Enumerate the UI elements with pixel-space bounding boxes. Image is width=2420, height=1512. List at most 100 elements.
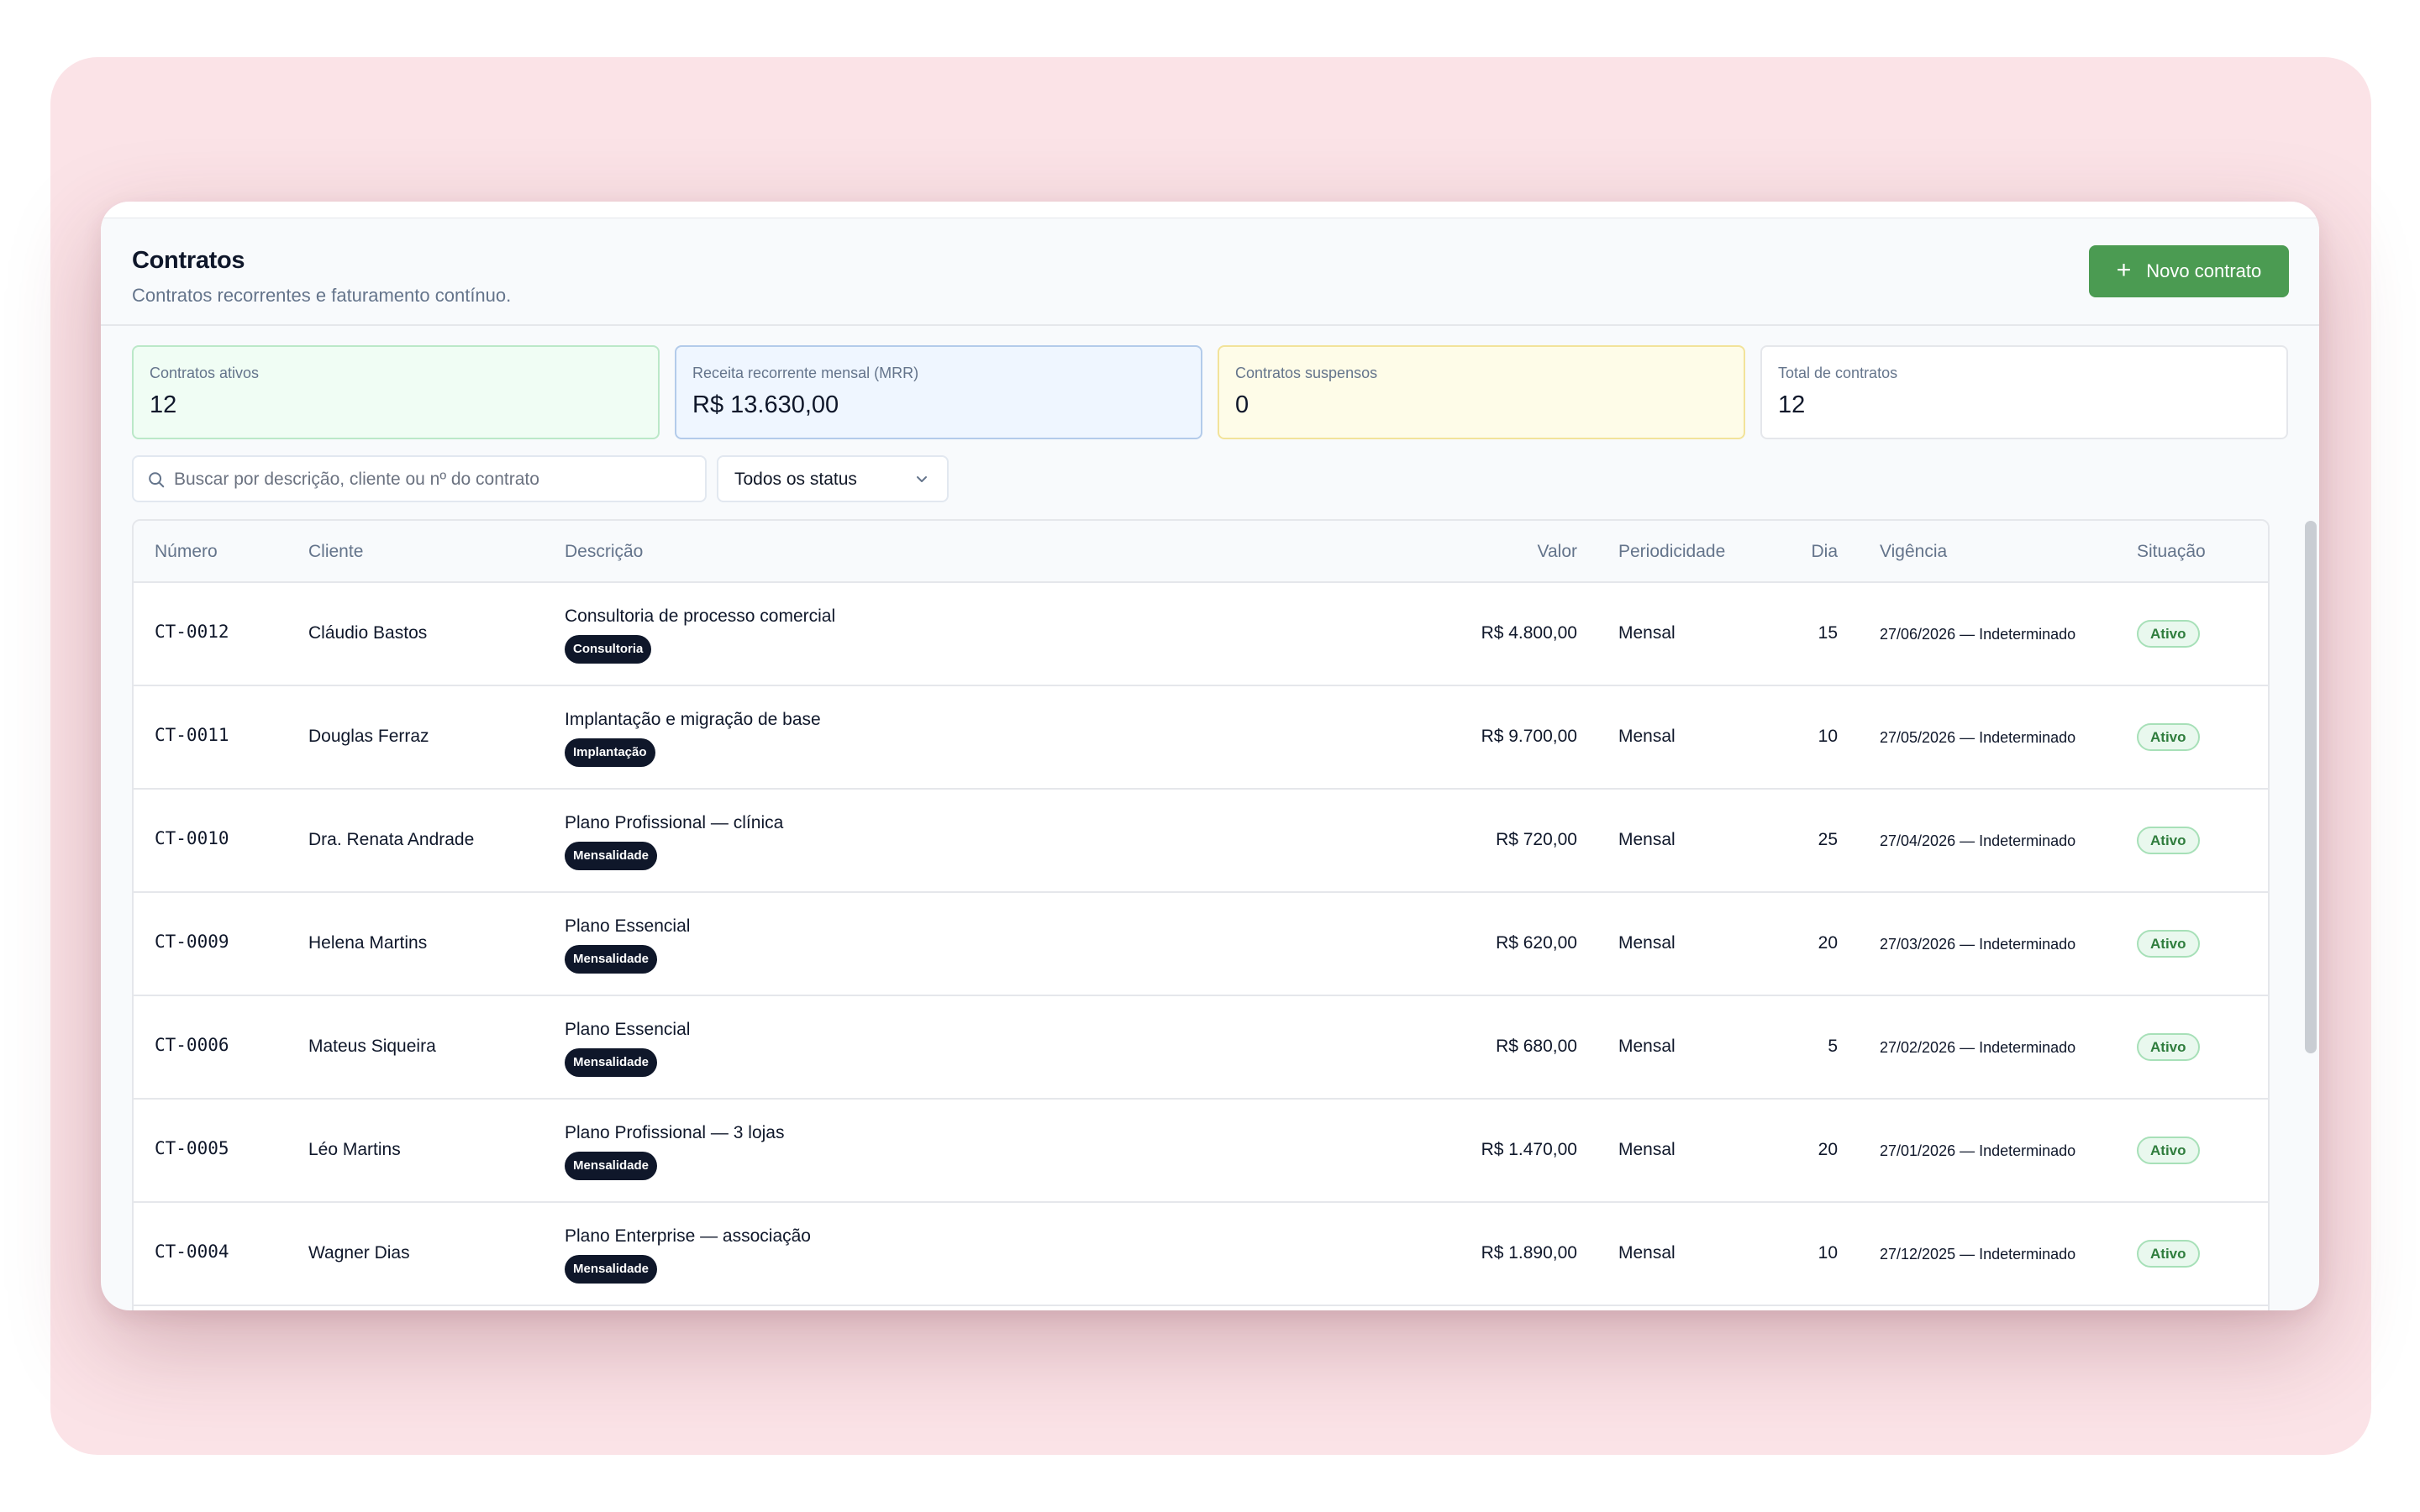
contract-description: Plano Profissional — 3 lojas — [565, 1123, 785, 1142]
column-header-cliente[interactable]: Cliente — [308, 542, 363, 562]
stats-cards: Contratos ativos 12 Receita recorrente m… — [132, 345, 2288, 439]
contract-description: Plano Profissional — clínica — [565, 813, 784, 832]
contract-number: CT-0012 — [155, 622, 229, 642]
column-header-dia[interactable]: Dia — [1811, 542, 1838, 562]
column-header-vigencia[interactable]: Vigência — [1880, 542, 1947, 562]
new-contract-button-label: Novo contrato — [2146, 260, 2262, 281]
stat-label: Receita recorrente mensal (MRR) — [692, 365, 919, 381]
contract-description: Plano Enterprise — associação — [565, 1226, 811, 1246]
vertical-scrollbar[interactable] — [2305, 521, 2317, 1053]
validity-period: 27/05/2026 — Indeterminado — [1880, 729, 2076, 746]
column-header-numero[interactable]: Número — [155, 542, 218, 562]
billing-day: 25 — [1818, 830, 1838, 849]
category-tag: Mensalidade — [565, 1048, 658, 1077]
app-window: Contratos Contratos recorrentes e fatura… — [101, 202, 2319, 1310]
table-row[interactable]: CT-0006 Mateus Siqueira Plano Essencial … — [134, 996, 2268, 1100]
client-name: Cláudio Bastos — [308, 623, 428, 643]
billing-day: 20 — [1818, 933, 1838, 953]
contract-number: CT-0009 — [155, 932, 229, 952]
new-contract-button[interactable]: + Novo contrato — [2089, 245, 2289, 297]
contract-description: Consultoria de processo comercial — [565, 606, 836, 626]
billing-day: 5 — [1828, 1037, 1838, 1056]
billing-period: Mensal — [1618, 1037, 1676, 1056]
contract-number: CT-0010 — [155, 828, 229, 848]
contract-value: R$ 9.700,00 — [1481, 727, 1577, 746]
status-badge: Ativo — [2137, 1033, 2200, 1061]
search-input[interactable] — [174, 464, 695, 496]
validity-period: 27/06/2026 — Indeterminado — [1880, 626, 2076, 643]
stat-card-mrr: Receita recorrente mensal (MRR) R$ 13.63… — [675, 345, 1202, 439]
client-name: Helena Martins — [308, 933, 428, 953]
contract-number: CT-0011 — [155, 725, 229, 745]
client-name: Wagner Dias — [308, 1243, 410, 1263]
contract-value: R$ 1.470,00 — [1481, 1140, 1577, 1159]
column-header-descricao[interactable]: Descrição — [565, 542, 643, 562]
contracts-table: Número Cliente Descrição Valor Periodici… — [132, 519, 2270, 1310]
stat-card-active-contracts: Contratos ativos 12 — [132, 345, 660, 439]
category-tag: Mensalidade — [565, 842, 658, 870]
contract-value: R$ 620,00 — [1496, 933, 1577, 953]
table-header: Número Cliente Descrição Valor Periodici… — [134, 521, 2268, 583]
status-badge: Ativo — [2137, 1137, 2200, 1164]
validity-period: 27/12/2025 — Indeterminado — [1880, 1246, 2076, 1263]
validity-period: 27/01/2026 — Indeterminado — [1880, 1142, 2076, 1159]
client-name: Mateus Siqueira — [308, 1037, 436, 1056]
category-tag: Mensalidade — [565, 1255, 658, 1284]
contract-value: R$ 4.800,00 — [1481, 623, 1577, 643]
category-tag: Consultoria — [565, 635, 652, 664]
billing-period: Mensal — [1618, 623, 1676, 643]
contract-value: R$ 720,00 — [1496, 830, 1577, 849]
stat-value: R$ 13.630,00 — [692, 391, 839, 418]
status-badge: Ativo — [2137, 1240, 2200, 1268]
table-row[interactable]: CT-0010 Dra. Renata Andrade Plano Profis… — [134, 790, 2268, 893]
status-badge: Ativo — [2137, 827, 2200, 854]
column-header-valor[interactable]: Valor — [1538, 542, 1577, 562]
billing-day: 15 — [1818, 623, 1838, 643]
client-name: Douglas Ferraz — [308, 727, 429, 746]
stat-card-total-contracts: Total de contratos 12 — [1760, 345, 2288, 439]
contract-number: CT-0006 — [155, 1035, 229, 1055]
table-row[interactable]: CT-0011 Douglas Ferraz Implantação e mig… — [134, 686, 2268, 790]
status-badge: Ativo — [2137, 930, 2200, 958]
contract-value: R$ 1.890,00 — [1481, 1243, 1577, 1263]
page-title: Contratos — [132, 247, 245, 274]
stat-value: 12 — [1778, 391, 1806, 418]
contract-description: Plano Essencial — [565, 916, 691, 936]
stat-value: 12 — [150, 391, 177, 418]
stat-label: Contratos ativos — [150, 365, 260, 381]
client-name: Dra. Renata Andrade — [308, 830, 475, 849]
stat-label: Total de contratos — [1778, 365, 1898, 381]
search-icon — [149, 472, 165, 488]
column-header-periodicidade[interactable]: Periodicidade — [1618, 542, 1725, 562]
contract-number: CT-0005 — [155, 1138, 229, 1158]
window-top-strip — [101, 202, 2319, 218]
contract-description: Plano Essencial — [565, 1020, 691, 1039]
billing-day: 20 — [1818, 1140, 1838, 1159]
validity-period: 27/03/2026 — Indeterminado — [1880, 936, 2076, 953]
page-header: Contratos Contratos recorrentes e fatura… — [101, 218, 2319, 326]
table-row[interactable]: CT-0005 Léo Martins Plano Profissional —… — [134, 1100, 2268, 1203]
contract-value: R$ 680,00 — [1496, 1037, 1577, 1056]
category-tag: Mensalidade — [565, 945, 658, 974]
billing-period: Mensal — [1618, 1140, 1676, 1159]
validity-period: 27/02/2026 — Indeterminado — [1880, 1039, 2076, 1056]
column-header-situacao[interactable]: Situação — [2137, 542, 2206, 562]
page-subtitle: Contratos recorrentes e faturamento cont… — [132, 285, 512, 306]
category-tag: Mensalidade — [565, 1152, 658, 1180]
status-select[interactable]: Todos os status — [717, 455, 949, 502]
status-badge: Ativo — [2137, 620, 2200, 648]
table-row[interactable]: CT-0009 Helena Martins Plano Essencial M… — [134, 893, 2268, 996]
billing-day: 10 — [1818, 1243, 1838, 1263]
table-row[interactable]: CT-0004 Wagner Dias Plano Enterprise — a… — [134, 1203, 2268, 1306]
status-select-value: Todos os status — [734, 470, 857, 489]
contract-number: CT-0004 — [155, 1242, 229, 1262]
client-name: Léo Martins — [308, 1140, 401, 1159]
stat-card-suspended-contracts: Contratos suspensos 0 — [1218, 345, 1745, 439]
validity-period: 27/04/2026 — Indeterminado — [1880, 832, 2076, 849]
category-tag: Implantação — [565, 738, 655, 767]
stat-value: 0 — [1235, 391, 1249, 418]
contract-description: Implantação e migração de base — [565, 710, 821, 729]
search-box[interactable] — [132, 455, 707, 502]
chevron-down-icon — [917, 476, 927, 482]
table-row[interactable]: CT-0012 Cláudio Bastos Consultoria de pr… — [134, 583, 2268, 686]
